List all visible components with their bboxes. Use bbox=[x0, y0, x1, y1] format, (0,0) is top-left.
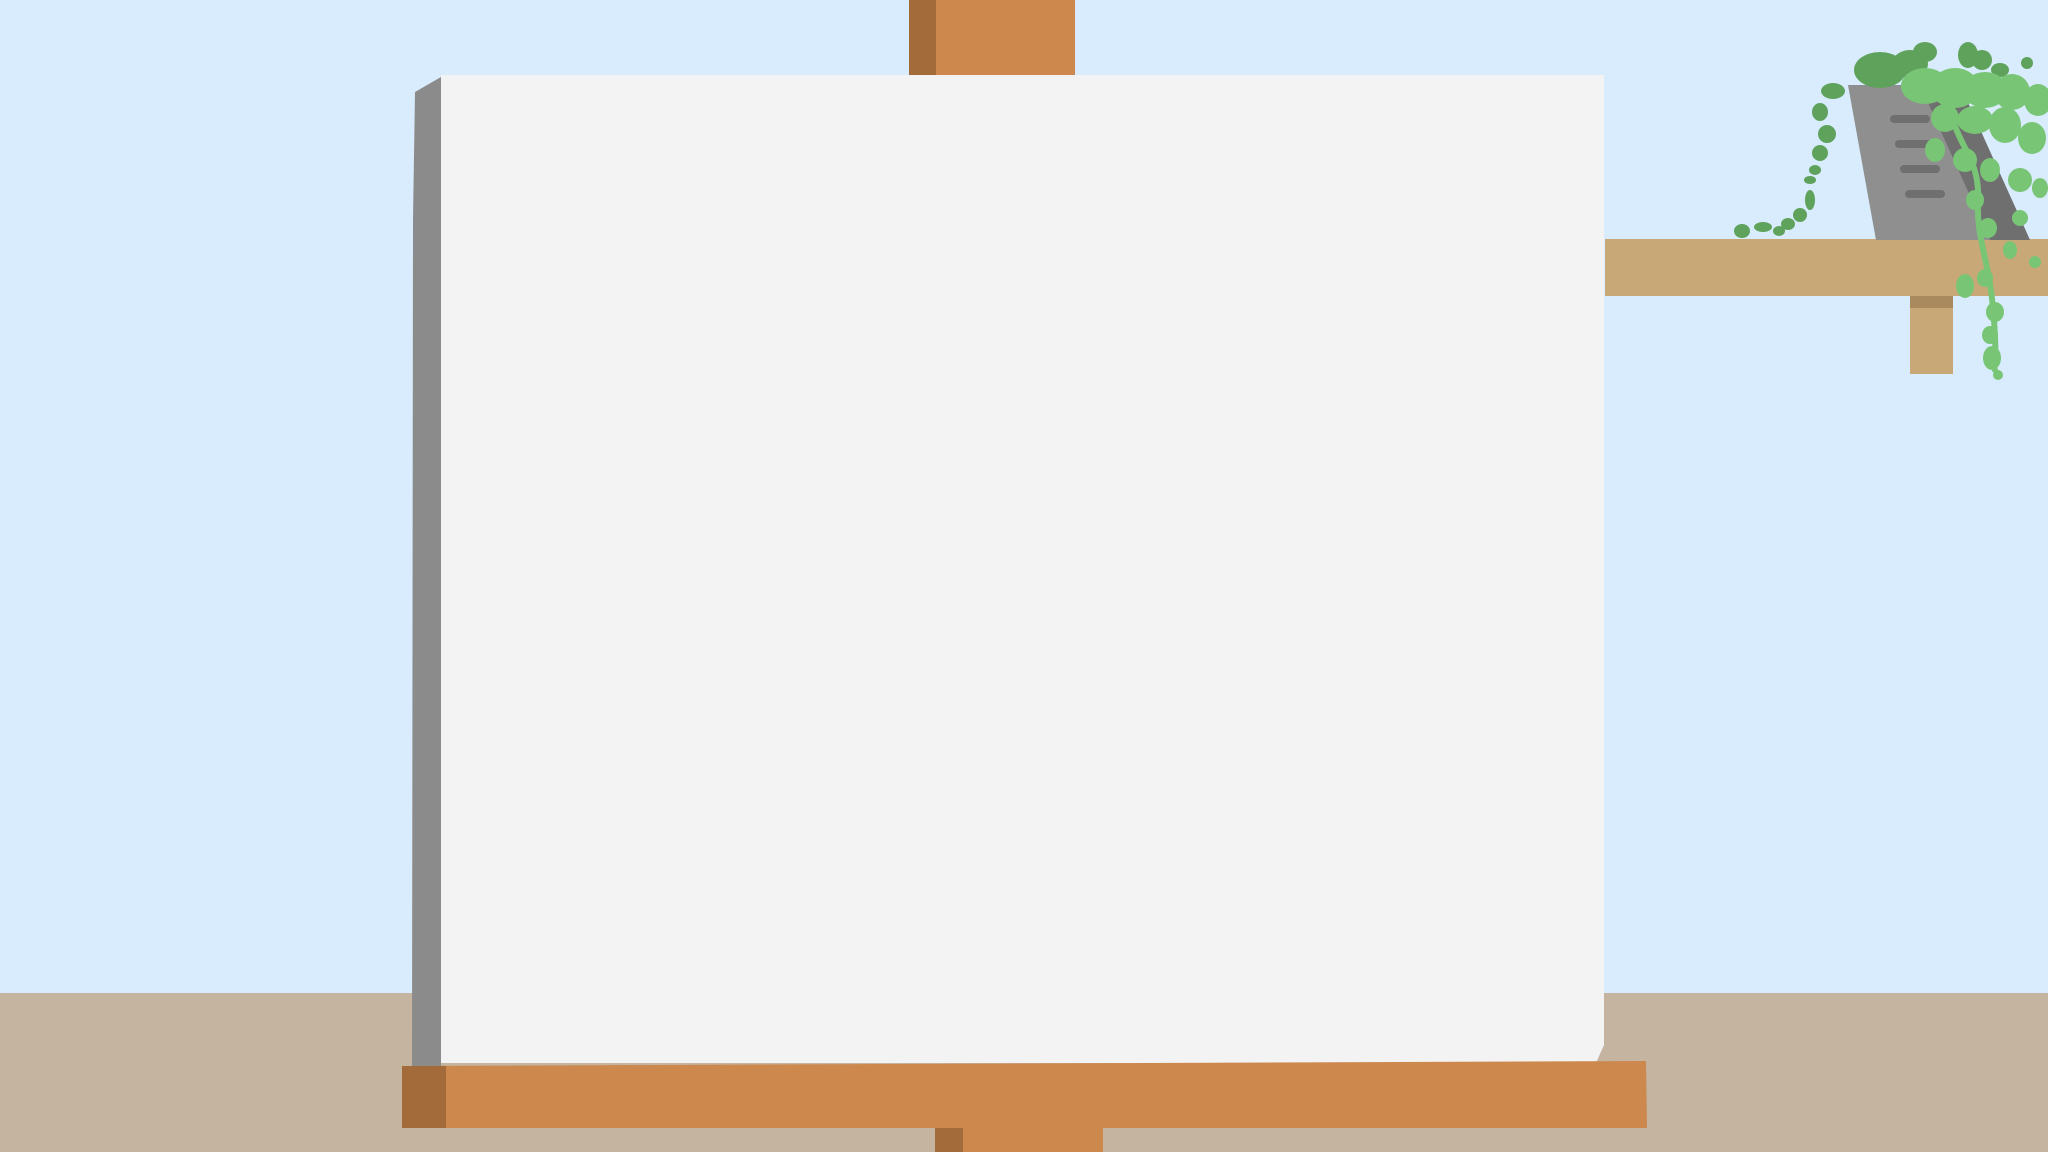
easel-mast-top bbox=[909, 0, 1075, 76]
blank-canvas-icon bbox=[441, 75, 1604, 1063]
hanging-plant-icon bbox=[1734, 42, 2048, 380]
wall-shelf-icon bbox=[1605, 239, 2048, 374]
easel-leg-bottom bbox=[935, 1128, 1103, 1152]
canvas-side-edge bbox=[412, 77, 441, 1070]
art-studio-scene bbox=[0, 0, 2048, 1152]
easel-ledge bbox=[402, 1061, 1647, 1128]
easel-scene-illustration bbox=[402, 0, 2048, 1152]
